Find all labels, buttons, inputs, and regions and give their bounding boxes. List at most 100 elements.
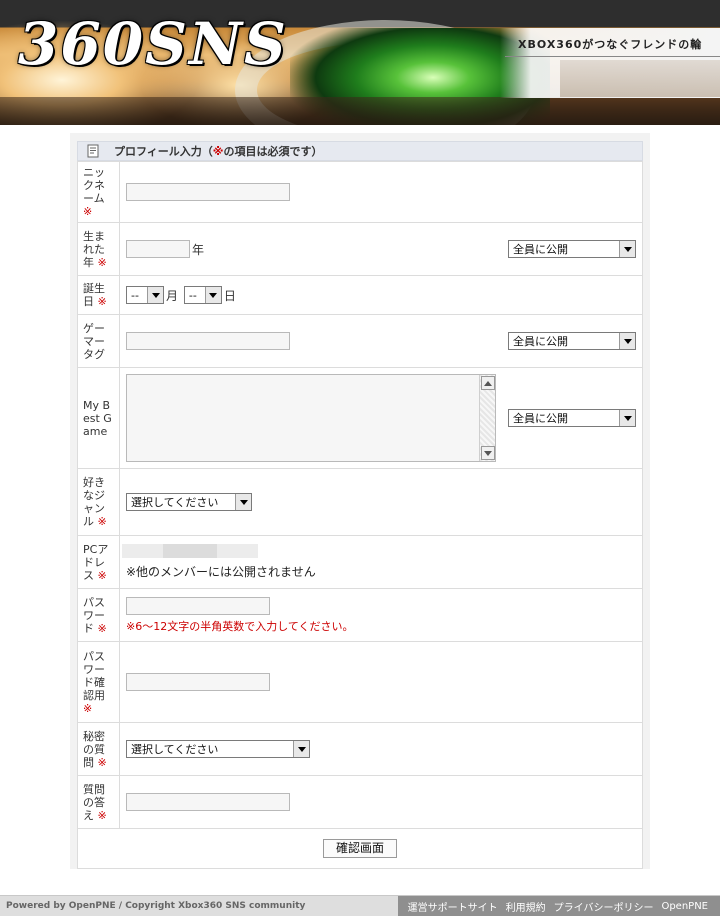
field-cell: 年 全員に公開 — [119, 222, 643, 276]
birthday-month-select[interactable]: -- — [126, 286, 164, 304]
required-mark: ※ — [83, 205, 93, 218]
form-row-best-game: My Best Game 全員に公開 — [77, 367, 643, 469]
field-label: PCアドレス ※ — [77, 535, 120, 589]
birthday-day-value: -- — [188, 288, 197, 302]
chevron-down-icon[interactable] — [147, 287, 163, 303]
field-cell: 全員に公開 — [119, 367, 643, 469]
gamertag-visibility-value: 全員に公開 — [513, 335, 568, 348]
birth-year-visibility-select[interactable]: 全員に公開 — [508, 240, 636, 258]
chevron-down-icon[interactable] — [204, 287, 221, 303]
footer-links: 運営サポートサイト 利用規約 プライバシーポリシー OpenPNE — [397, 896, 720, 916]
required-mark: ※ — [97, 255, 107, 269]
birth-year-visibility-value: 全員に公開 — [513, 243, 568, 256]
header-banner: 360SNS XBOX360がつなぐフレンドの輪 — [0, 0, 720, 125]
field-label: 誕生日 ※ — [77, 275, 120, 315]
birthday-month-value: -- — [131, 288, 139, 302]
form-title-suffix: の項目は必須です） — [223, 145, 323, 158]
required-mark: ※ — [83, 701, 93, 715]
field-label: 生まれた年 ※ — [77, 222, 120, 276]
genre-select[interactable]: 選択してください — [126, 493, 252, 511]
form-row-submit: 確認画面 — [77, 828, 643, 869]
best-game-visibility-value: 全員に公開 — [513, 412, 568, 425]
secret-question-select[interactable]: 選択してください — [126, 740, 310, 758]
powered-by-text: Powered by OpenPNE / Copyright Xbox360 S… — [6, 901, 306, 911]
form-row-gamertag: ゲーマータグ 全員に公開 — [77, 314, 643, 368]
scroll-up-icon[interactable] — [481, 376, 495, 390]
site-logo[interactable]: 360SNS — [18, 10, 288, 80]
chevron-down-icon[interactable] — [619, 241, 635, 257]
nickname-label: ニックネーム — [83, 166, 105, 205]
field-label: 質問の答え ※ — [77, 775, 120, 829]
footer-link-terms[interactable]: 利用規約 — [506, 899, 546, 914]
required-mark: ※ — [97, 808, 107, 822]
footer-link-privacy[interactable]: プライバシーポリシー — [554, 899, 654, 914]
password-confirm-input[interactable] — [126, 673, 270, 691]
field-cell — [119, 161, 643, 223]
best-game-textarea[interactable] — [126, 374, 496, 462]
field-cell: 選択してください — [119, 722, 643, 776]
pc-address-note: ※他のメンバーには公開されません — [126, 565, 316, 579]
field-cell: 選択してください — [119, 468, 643, 536]
field-cell — [119, 775, 643, 829]
profile-form-table: ニックネーム ※ 生まれた年 ※ 年 全員に公開 誕生日 ※ -- 月 -- 日… — [77, 161, 643, 869]
birthday-day-select[interactable]: -- — [183, 286, 222, 304]
footer-link-support[interactable]: 運営サポートサイト — [408, 899, 498, 914]
gamertag-visibility-select[interactable]: 全員に公開 — [508, 332, 636, 350]
textarea-scrollbar[interactable] — [479, 375, 495, 461]
field-label: パスワード確認用 ※ — [77, 641, 120, 723]
form-title: プロフィール入力（ — [114, 145, 213, 158]
pc-address-masked-value — [122, 544, 258, 558]
chevron-down-icon[interactable] — [293, 741, 309, 757]
best-game-visibility-select[interactable]: 全員に公開 — [508, 409, 636, 427]
field-label: My Best Game — [77, 367, 120, 469]
gamertag-label: ゲーマータグ — [83, 321, 105, 361]
nickname-input[interactable] — [126, 183, 290, 201]
field-cell — [119, 641, 643, 723]
secret-answer-input[interactable] — [126, 793, 290, 811]
required-mark: ※ — [97, 295, 107, 308]
day-unit: 日 — [223, 288, 236, 303]
password-confirm-label: パスワード確認用 — [83, 649, 105, 702]
site-tagline: XBOX360がつなぐフレンドの輪 — [518, 38, 703, 51]
required-mark: ※ — [97, 515, 107, 528]
banner-right-panel-lower — [560, 60, 720, 97]
form-row-birth-year: 生まれた年 ※ 年 全員に公開 — [77, 222, 643, 276]
chevron-down-icon[interactable] — [619, 333, 635, 349]
field-cell: ※他のメンバーには公開されません — [119, 535, 643, 589]
field-cell: -- 月 -- 日 — [119, 275, 643, 315]
footer-link-openpne[interactable]: OpenPNE — [661, 901, 708, 912]
footer: Powered by OpenPNE / Copyright Xbox360 S… — [0, 895, 720, 916]
field-label: ニックネーム ※ — [77, 161, 120, 223]
tagline-underline — [505, 56, 720, 57]
field-cell: ※6〜12文字の半角英数で入力してください。 — [119, 588, 643, 642]
best-game-label: My Best Game — [83, 398, 112, 438]
month-unit: 月 — [166, 288, 179, 303]
genre-selected-value: 選択してください — [131, 496, 219, 509]
form-row-password: パスワード ※ ※6〜12文字の半角英数で入力してください。 — [77, 588, 643, 642]
form-row-birthday: 誕生日 ※ -- 月 -- 日 — [77, 275, 643, 315]
field-label: パスワード ※ — [77, 588, 120, 642]
field-label: ゲーマータグ — [77, 314, 120, 368]
password-input[interactable] — [126, 596, 270, 615]
chevron-down-icon[interactable] — [235, 494, 251, 510]
confirm-button[interactable]: 確認画面 — [322, 839, 397, 858]
profile-form: プロフィール入力（ ※ の項目は必須です） ニックネーム ※ 生まれた年 ※ 年… — [77, 141, 643, 869]
birth-year-input[interactable] — [126, 240, 190, 258]
form-row-nickname: ニックネーム ※ — [77, 161, 643, 223]
birth-year-unit: 年 — [192, 242, 205, 257]
profile-form-panel: プロフィール入力（ ※ の項目は必須です） ニックネーム ※ 生まれた年 ※ 年… — [70, 133, 650, 869]
scroll-down-icon[interactable] — [481, 446, 495, 460]
form-title-bar: プロフィール入力（ ※ の項目は必須です） — [77, 141, 643, 161]
required-mark: ※ — [97, 621, 107, 635]
required-mark: ※ — [97, 755, 107, 769]
form-row-genre: 好きなジャンル ※ 選択してください — [77, 468, 643, 536]
form-row-pc-address: PCアドレス ※ ※他のメンバーには公開されません — [77, 535, 643, 589]
submit-cell: 確認画面 — [77, 828, 643, 869]
gamertag-input[interactable] — [126, 332, 290, 350]
form-title-required-mark: ※ — [212, 144, 224, 158]
banner-dark-band — [0, 97, 720, 125]
chevron-down-icon[interactable] — [619, 410, 635, 426]
field-label: 秘密の質問 ※ — [77, 722, 120, 776]
form-row-password-confirm: パスワード確認用 ※ — [77, 641, 643, 723]
secret-question-selected-value: 選択してください — [131, 743, 219, 756]
